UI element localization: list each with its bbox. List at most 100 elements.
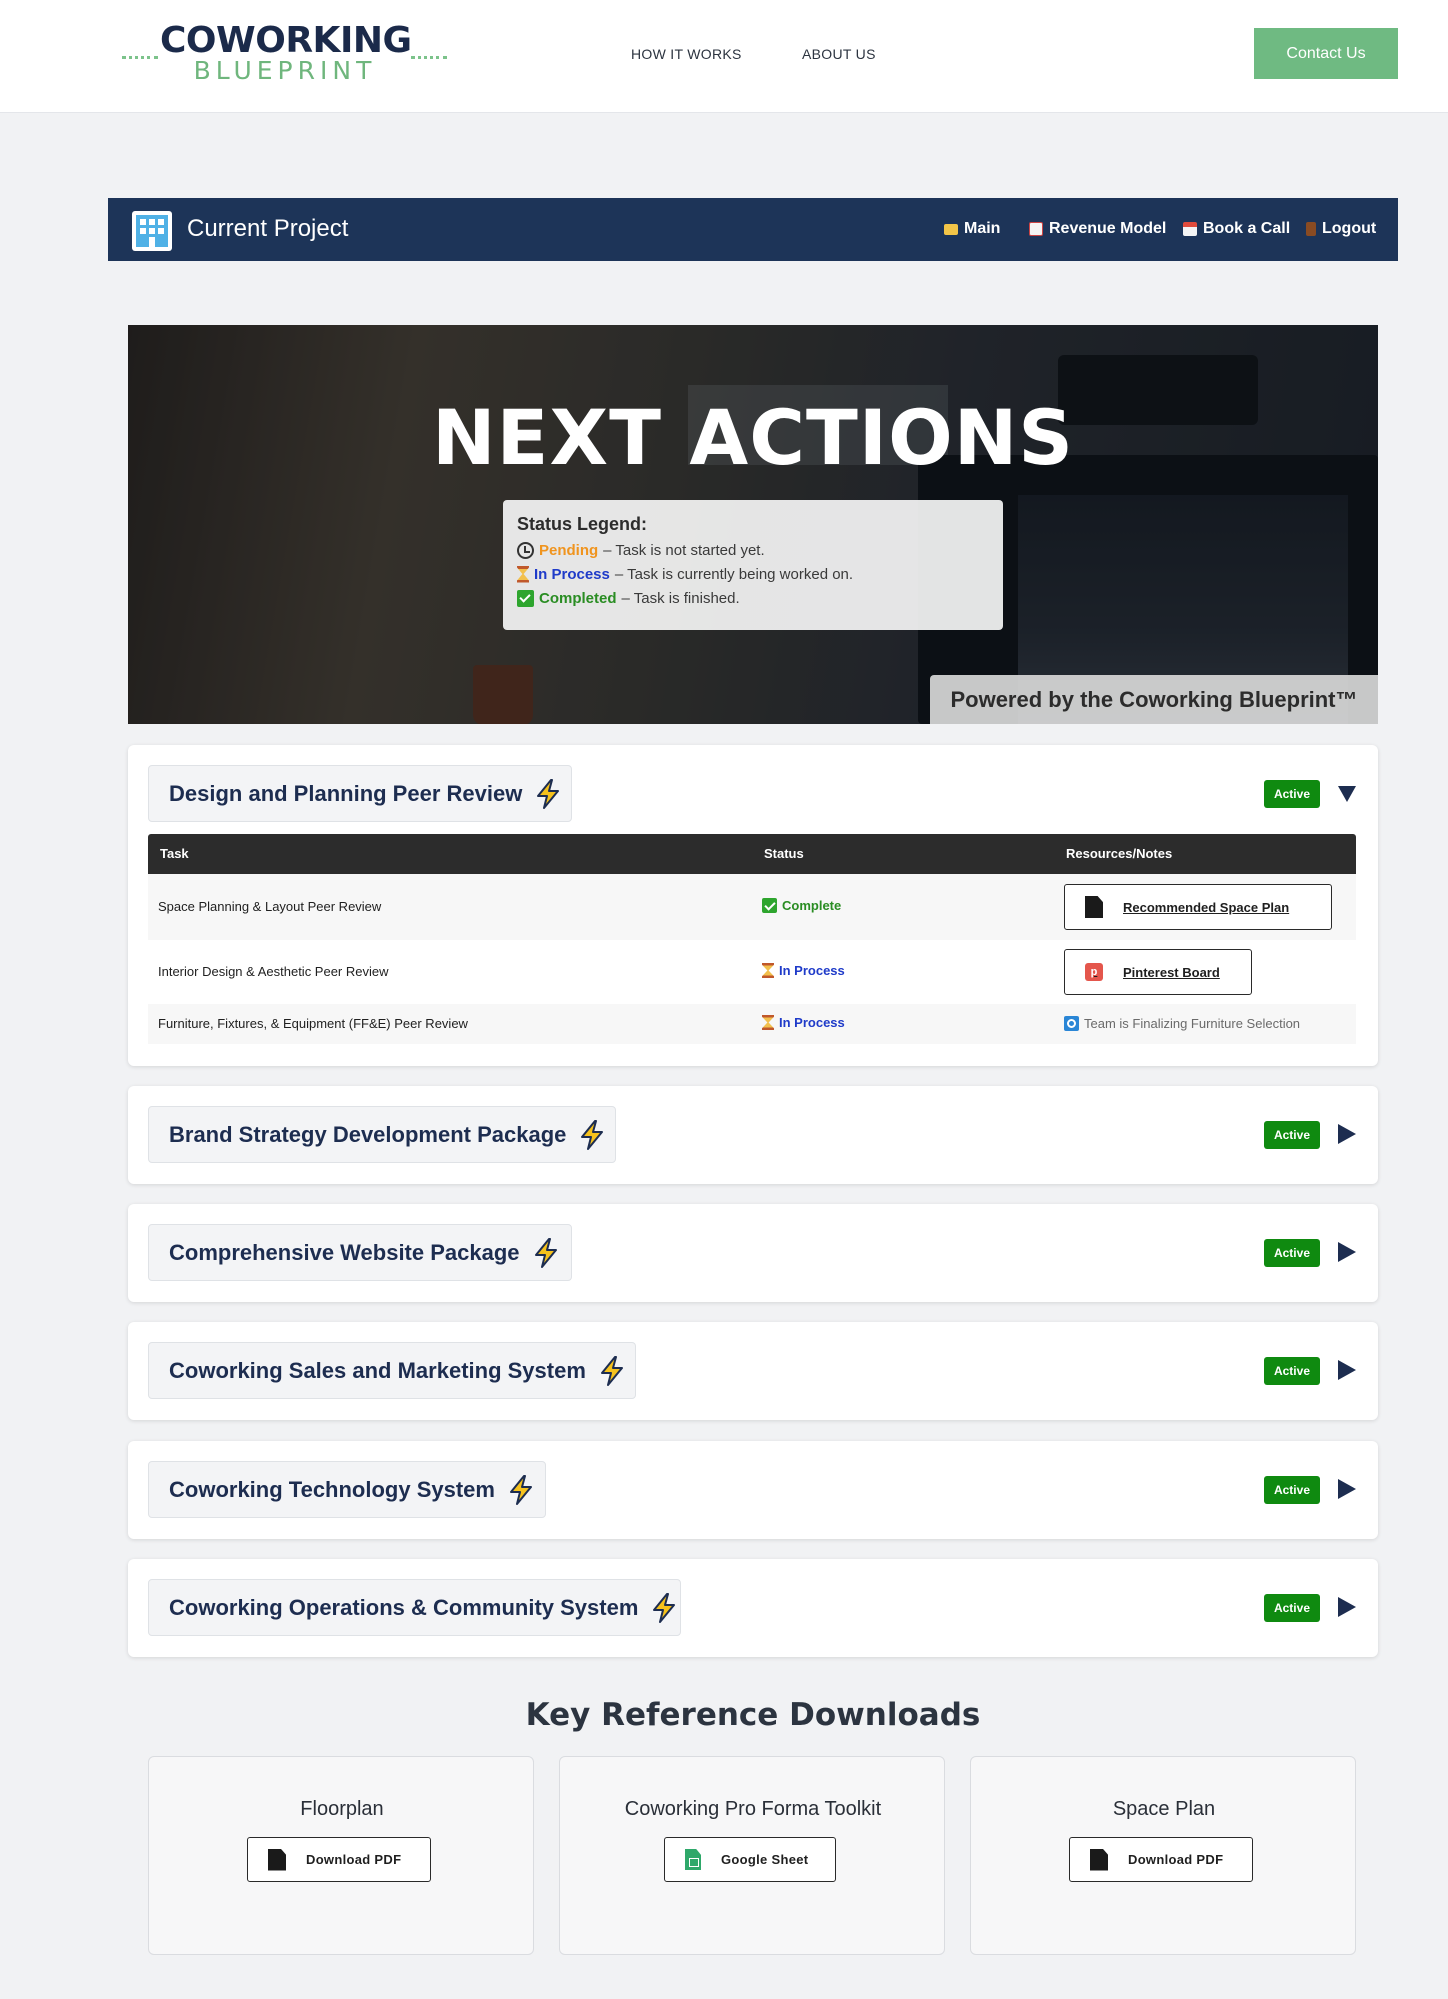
table-header: Task Status Resources/Notes — [148, 834, 1356, 874]
status-text: Complete — [782, 898, 842, 913]
column-header-resources: Resources/Notes — [1066, 846, 1173, 861]
contact-us-button[interactable]: Contact Us — [1254, 28, 1398, 79]
hero-title: NEXT ACTIONS — [431, 393, 1075, 482]
status-legend-title: Status Legend: — [517, 514, 648, 534]
download-button-label: Download PDF — [1128, 1852, 1224, 1867]
lightning-bolt-icon — [581, 1119, 604, 1150]
clock-icon — [517, 541, 534, 559]
section-header[interactable]: Coworking Technology System — [148, 1461, 546, 1518]
lightning-bolt-icon — [600, 1355, 623, 1386]
lightning-bolt-icon — [509, 1474, 532, 1505]
space-plan-download-pdf-button[interactable]: Download PDF — [1069, 1837, 1253, 1882]
logo-sub-text: BLUEPRINT — [193, 56, 377, 85]
table-row: Furniture, Fixtures, & Equipment (FF&E) … — [148, 1004, 1356, 1044]
chevron-right-icon[interactable] — [1338, 1479, 1356, 1499]
project-nav-label: Logout — [1322, 220, 1377, 237]
section-website-package: Comprehensive Website Package Active — [128, 1204, 1378, 1302]
chart-icon — [1029, 222, 1043, 236]
task-table: Task Status Resources/Notes Space Planni… — [148, 834, 1356, 1044]
section-design-planning: Design and Planning Peer Review Active T… — [128, 745, 1378, 1066]
download-name: Floorplan — [300, 1798, 384, 1820]
project-nav-label: Book a Call — [1203, 220, 1291, 237]
status-text: In Process — [779, 1015, 845, 1030]
section-brand-strategy: Brand Strategy Development Package Activ… — [128, 1086, 1378, 1184]
pro-forma-google-sheet-button[interactable]: Google Sheet — [664, 1837, 836, 1882]
resource-label: Pinterest Board — [1123, 964, 1220, 980]
pinterest-icon: p — [1085, 963, 1103, 981]
section-technology-system: Coworking Technology System Active — [128, 1441, 1378, 1539]
section-sales-marketing: Coworking Sales and Marketing System Act… — [128, 1322, 1378, 1420]
project-nav-logout[interactable]: Logout — [1306, 220, 1376, 238]
key-reference-downloads-title: Key Reference Downloads — [525, 1697, 981, 1733]
nav-about-us[interactable]: ABOUT US — [802, 46, 876, 62]
status-badge: Active — [1263, 1594, 1320, 1622]
task-cell: Interior Design & Aesthetic Peer Review — [158, 964, 389, 979]
legend-status-completed: Completed — [539, 589, 617, 607]
status-badge: Active — [1263, 1239, 1320, 1267]
status-badge: Active — [1263, 780, 1320, 808]
legend-status-pending: Pending — [539, 541, 599, 559]
project-nav-book-a-call[interactable]: Book a Call — [1183, 220, 1290, 238]
logo-dots-left — [122, 56, 158, 60]
hourglass-icon — [762, 1015, 774, 1030]
project-title: Current Project — [187, 215, 349, 242]
refresh-icon — [1064, 1016, 1079, 1031]
section-title: Coworking Sales and Marketing System — [169, 1357, 586, 1383]
section-title: Coworking Technology System — [169, 1476, 495, 1502]
hourglass-icon — [762, 963, 774, 978]
lightning-bolt-icon — [653, 1592, 676, 1623]
legend-desc-completed: – Task is finished. — [621, 589, 740, 607]
logo-main-text: COWORKING — [160, 20, 412, 61]
recommended-space-plan-link[interactable]: Recommended Space Plan — [1064, 884, 1332, 930]
status-badge: Active — [1263, 1121, 1320, 1149]
section-title: Comprehensive Website Package — [169, 1239, 520, 1265]
building-icon — [132, 211, 172, 251]
logo-dots-right — [411, 56, 447, 60]
project-nav-label: Revenue Model — [1049, 220, 1167, 237]
task-cell: Space Planning & Layout Peer Review — [158, 899, 382, 914]
door-icon — [1306, 222, 1316, 236]
download-card-pro-forma: Coworking Pro Forma Toolkit Google Sheet — [559, 1756, 945, 1955]
pinterest-board-link[interactable]: p Pinterest Board — [1064, 949, 1252, 995]
pdf-icon — [268, 1848, 286, 1871]
status-legend: Status Legend: Pending – Task is not sta… — [503, 500, 1003, 630]
section-header[interactable]: Coworking Operations & Community System — [148, 1579, 681, 1636]
chevron-right-icon[interactable] — [1338, 1360, 1356, 1380]
section-header[interactable]: Coworking Sales and Marketing System — [148, 1342, 636, 1399]
download-button-label: Google Sheet — [721, 1852, 809, 1867]
resource-label: Recommended Space Plan — [1123, 899, 1290, 915]
chevron-right-icon[interactable] — [1338, 1242, 1356, 1262]
legend-status-in-process: In Process — [534, 565, 610, 583]
status-badge: Active — [1263, 1476, 1320, 1504]
section-header[interactable]: Comprehensive Website Package — [148, 1224, 572, 1281]
download-card-floorplan: Floorplan Download PDF — [148, 1756, 534, 1955]
section-title: Brand Strategy Development Package — [169, 1121, 567, 1147]
chevron-right-icon[interactable] — [1338, 1597, 1356, 1617]
section-title: Design and Planning Peer Review — [169, 780, 523, 806]
column-header-status: Status — [764, 846, 804, 861]
floorplan-download-pdf-button[interactable]: Download PDF — [247, 1837, 431, 1882]
calendar-icon — [1183, 222, 1197, 236]
table-row: Space Planning & Layout Peer Review Comp… — [148, 874, 1356, 940]
chevron-down-icon[interactable] — [1338, 786, 1356, 802]
download-card-space-plan: Space Plan Download PDF — [970, 1756, 1356, 1955]
check-icon — [762, 898, 777, 913]
site-header: COWORKING BLUEPRINT HOW IT WORKS ABOUT U… — [0, 0, 1448, 113]
task-cell: Furniture, Fixtures, & Equipment (FF&E) … — [158, 1016, 468, 1031]
check-icon — [517, 589, 534, 607]
status-cell: Complete — [762, 898, 841, 913]
nav-how-it-works[interactable]: HOW IT WORKS — [631, 46, 742, 62]
pdf-icon — [1085, 896, 1103, 918]
chevron-right-icon[interactable] — [1338, 1124, 1356, 1144]
lightning-bolt-icon — [537, 778, 560, 809]
section-header[interactable]: Brand Strategy Development Package — [148, 1106, 616, 1163]
resource-note: Team is Finalizing Furniture Selection — [1064, 1016, 1300, 1031]
project-nav-main[interactable]: Main — [944, 220, 1000, 238]
coworking-blueprint-logo[interactable]: COWORKING BLUEPRINT — [122, 18, 447, 86]
section-header[interactable]: Design and Planning Peer Review — [148, 765, 572, 822]
download-button-label: Download PDF — [306, 1852, 402, 1867]
note-text: Team is Finalizing Furniture Selection — [1084, 1016, 1301, 1031]
status-cell: In Process — [762, 1015, 845, 1030]
project-nav-revenue-model[interactable]: Revenue Model — [1029, 220, 1166, 238]
sheet-icon — [685, 1849, 701, 1870]
